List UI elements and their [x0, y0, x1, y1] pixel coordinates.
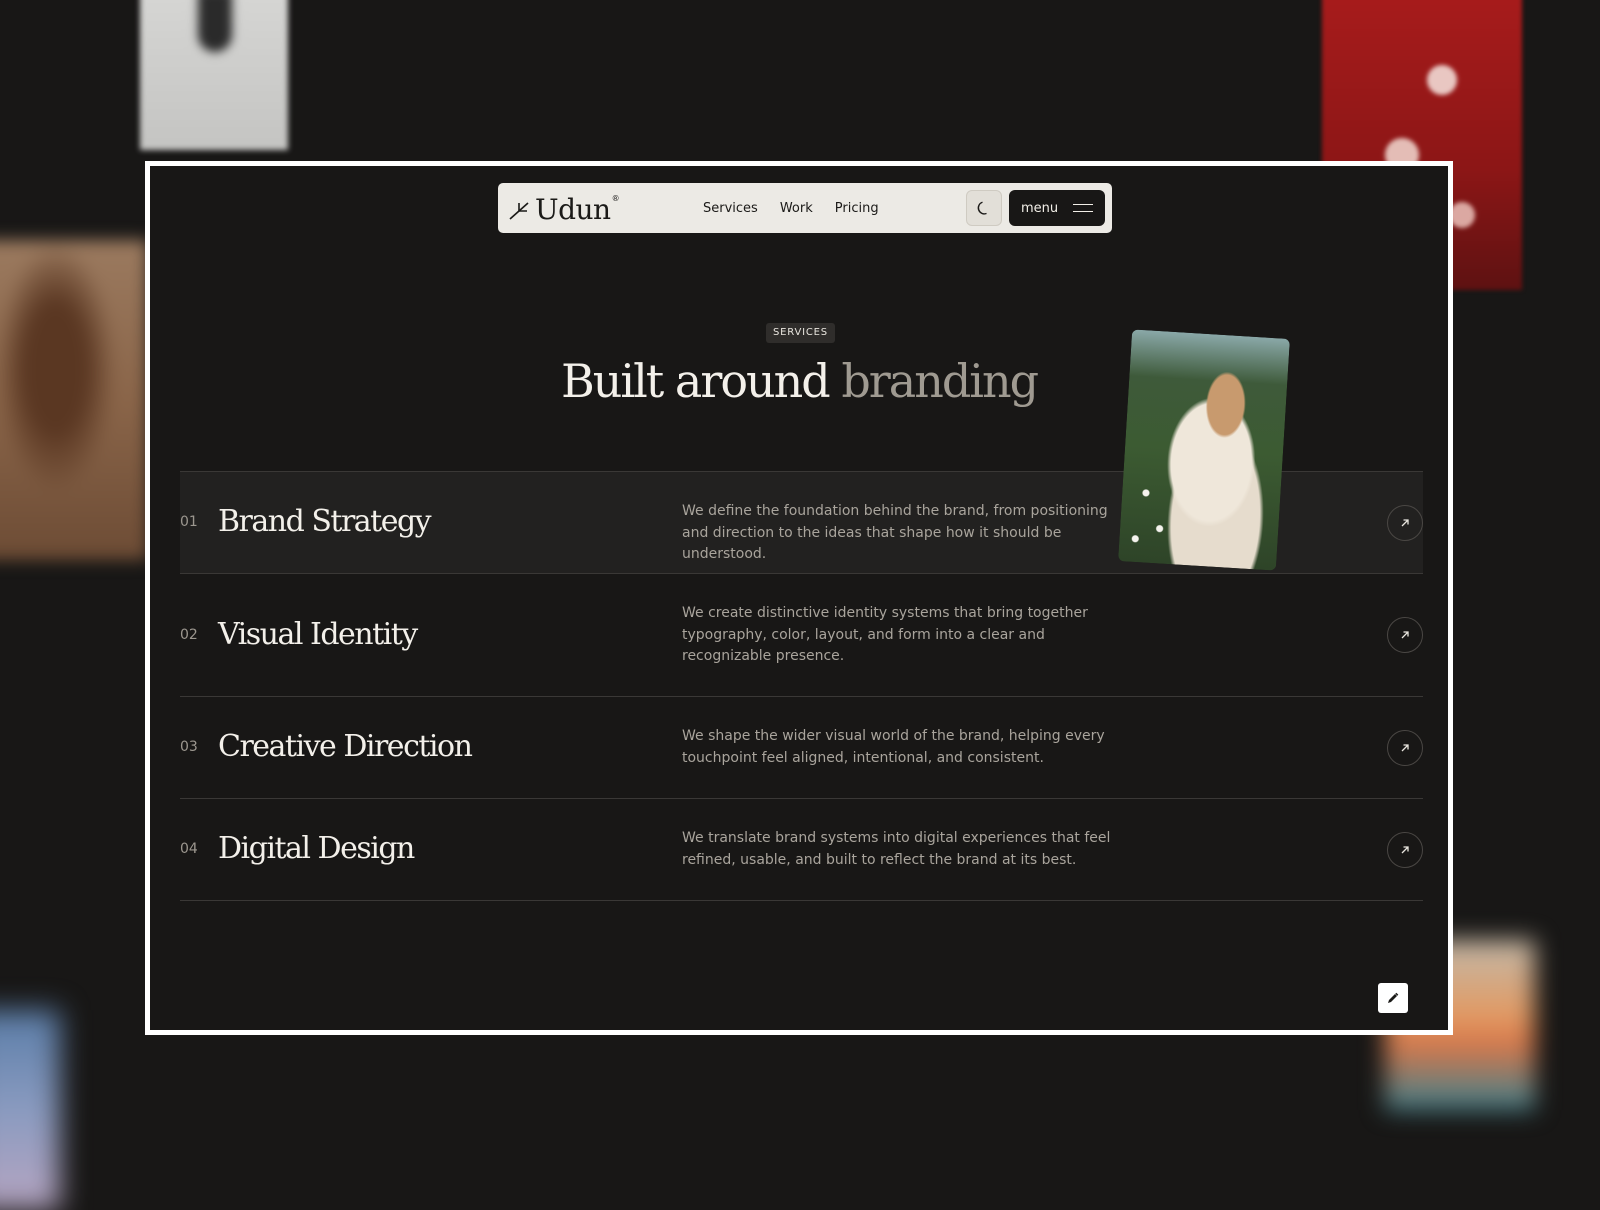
- title-main: Built around: [560, 354, 831, 408]
- navbar: Udun ® Services Work Pricing menu: [498, 183, 1112, 233]
- nav-link-services[interactable]: Services: [703, 201, 758, 216]
- service-arrow-button[interactable]: [1387, 730, 1423, 766]
- menu-button[interactable]: menu: [1009, 190, 1105, 226]
- logo-mark-icon: [509, 201, 529, 220]
- nav-links: Services Work Pricing: [703, 183, 879, 233]
- service-arrow-button[interactable]: [1387, 505, 1423, 541]
- site-preview-frame: Udun ® Services Work Pricing menu SERVIC…: [145, 161, 1453, 1035]
- service-name: Brand Strategy: [218, 504, 432, 539]
- pen-icon: [1388, 992, 1399, 1003]
- section-badge: SERVICES: [766, 323, 835, 343]
- moon-icon: [977, 201, 987, 215]
- service-name: Digital Design: [218, 831, 415, 866]
- service-description: We shape the wider visual world of the b…: [682, 728, 1105, 766]
- service-description: We translate brand systems into digital …: [682, 830, 1111, 868]
- service-description: We define the foundation behind the bran…: [682, 503, 1108, 562]
- arrow-up-right-icon: [1401, 846, 1409, 854]
- hover-preview-photo: [1118, 329, 1290, 571]
- service-description: We create distinctive identity systems t…: [682, 605, 1088, 664]
- arrow-up-right-icon: [1401, 519, 1409, 527]
- service-number: 03: [180, 739, 198, 755]
- service-number: 04: [180, 841, 198, 857]
- brand-name: Udun: [535, 193, 611, 226]
- nav-link-work[interactable]: Work: [780, 201, 813, 216]
- service-row-visual-identity[interactable]: 02 Visual Identity We create distinctive…: [180, 574, 1423, 697]
- service-arrow-button[interactable]: [1387, 617, 1423, 653]
- service-name: Visual Identity: [218, 617, 418, 652]
- service-number: 02: [180, 627, 198, 643]
- background-photo-hands: [140, 0, 288, 150]
- background-photo-blue: [0, 1010, 60, 1210]
- service-name: Creative Direction: [218, 729, 473, 764]
- arrow-up-right-icon: [1401, 744, 1409, 752]
- service-row-creative-direction[interactable]: 03 Creative Direction We shape the wider…: [180, 697, 1423, 799]
- brand-logo[interactable]: Udun ®: [508, 193, 620, 226]
- hamburger-icon: [1073, 203, 1093, 213]
- service-number: 01: [180, 514, 198, 530]
- background-photo-rider: [0, 240, 148, 560]
- menu-label: menu: [1021, 200, 1059, 216]
- title-muted: branding: [841, 354, 1039, 408]
- service-row-digital-design[interactable]: 04 Digital Design We translate brand sys…: [180, 799, 1423, 901]
- edit-button[interactable]: [1378, 983, 1408, 1013]
- arrow-up-right-icon: [1401, 631, 1409, 639]
- service-arrow-button[interactable]: [1387, 832, 1423, 868]
- theme-toggle-button[interactable]: [966, 190, 1002, 226]
- nav-link-pricing[interactable]: Pricing: [835, 201, 879, 216]
- registered-mark: ®: [611, 194, 620, 203]
